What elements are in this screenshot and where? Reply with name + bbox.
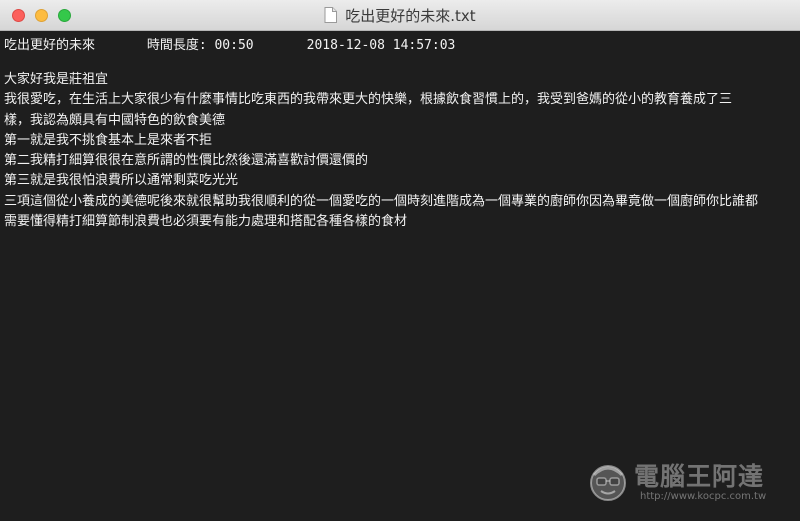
transcript-title: 吃出更好的未來 bbox=[4, 38, 96, 53]
transcript-body: 大家好我是莊祖宜 我很愛吃，在生活上大家很少有什麼事情比吃東西的我帶來更大的快樂… bbox=[4, 70, 800, 232]
timestamp: 2018-12-08 14:57:03 bbox=[306, 38, 456, 53]
transcript-line: 第一就是我不挑食基本上是來者不拒 bbox=[4, 132, 213, 148]
text-document-icon bbox=[324, 7, 338, 23]
transcript-line: 第三就是我很怕浪費所以通常剩菜吃光光 bbox=[4, 173, 239, 189]
title-wrap: 吃出更好的未來.txt bbox=[0, 0, 800, 30]
duration-label: 時間長度: 00:50 bbox=[146, 38, 254, 53]
transcript-line: 第二我精打細算很很在意所謂的性價比然後還滿喜歡討價還價的 bbox=[4, 153, 369, 169]
mascot-face-icon bbox=[590, 465, 626, 501]
transcript-line: 我很愛吃，在生活上大家很少有什麼事情比吃東西的我帶來更大的快樂，根據飲食習慣上的… bbox=[4, 92, 733, 108]
text-content-area[interactable]: 吃出更好的未來 時間長度: 00:50 2018-12-08 14:57:03 … bbox=[0, 31, 800, 521]
transcript-line: 需要懂得精打細算節制浪費也必須要有能力處理和搭配各種各樣的食材 bbox=[4, 214, 408, 230]
title-bar[interactable]: 吃出更好的未來.txt bbox=[0, 0, 800, 31]
text-viewer-window: 吃出更好的未來.txt 吃出更好的未來 時間長度: 00:50 2018-12-… bbox=[0, 0, 800, 521]
transcript-line: 大家好我是莊祖宜 bbox=[4, 72, 109, 87]
transcript-line: 三項這個從小養成的美德呢後來就很幫助我很順利的從一個愛吃的一個時刻進階成為一個專… bbox=[4, 193, 759, 209]
watermark-url: http://www.kocpc.com.tw bbox=[640, 491, 767, 502]
site-watermark: 電腦王阿達 http://www.kocpc.com.tw bbox=[586, 453, 786, 511]
transcript-line: 樣，我認為頗具有中國特色的飲食美德 bbox=[4, 112, 226, 128]
transcript-header: 吃出更好的未來 時間長度: 00:50 2018-12-08 14:57:03 bbox=[4, 34, 456, 53]
watermark-brand: 電腦王阿達 bbox=[634, 462, 765, 491]
window-title: 吃出更好的未來.txt bbox=[345, 6, 476, 25]
